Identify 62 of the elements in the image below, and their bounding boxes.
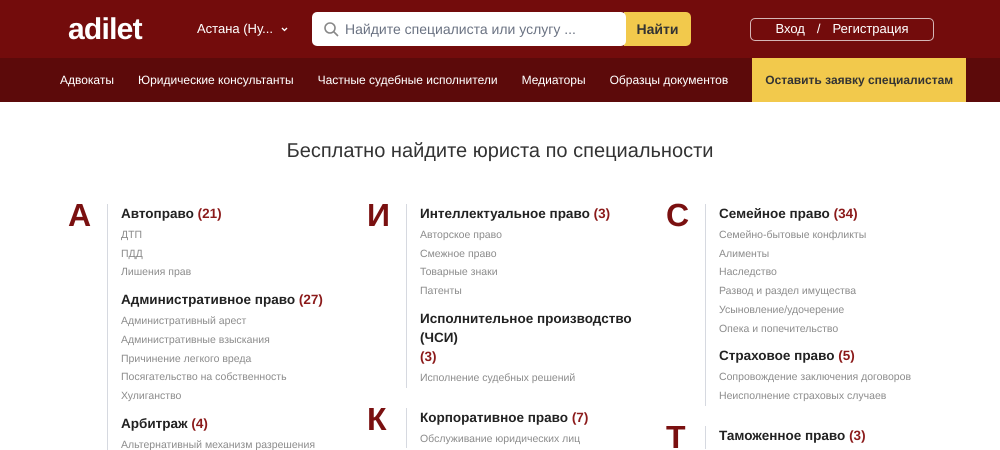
subcategory-link[interactable]: ДТП xyxy=(121,226,142,245)
subcategory-link[interactable]: Лишения прав xyxy=(121,263,192,282)
category-count: (3) xyxy=(420,348,436,364)
search-icon xyxy=(324,22,339,37)
category-count: (34) xyxy=(834,206,858,221)
logo[interactable]: adilet xyxy=(68,6,197,52)
subcategory-link[interactable]: Альтернативный механизм разрешения xyxy=(121,436,316,450)
category-link[interactable]: Арбитраж xyxy=(121,414,188,433)
subcategory-link[interactable]: Исполнение судебных решений xyxy=(420,368,576,388)
category-link[interactable]: Интеллектуальное право xyxy=(420,204,590,223)
search-field[interactable]: Найдите специалиста или услугу ... xyxy=(312,12,626,46)
subcategory-link[interactable]: Усыновление/удочерение xyxy=(719,300,844,320)
subcategory-link[interactable]: Семейно-бытовые конфликты xyxy=(719,226,866,245)
subcategory-link[interactable]: Алименты xyxy=(719,244,770,264)
letter-heading: А xyxy=(68,204,92,227)
city-dropdown[interactable]: Астана (Ну... xyxy=(197,19,312,39)
subcategory-link[interactable]: Патенты xyxy=(420,282,462,301)
category-link[interactable]: Таможенное право xyxy=(719,426,846,445)
subcategory-link[interactable]: Административный арест xyxy=(121,312,246,331)
subcategory-link[interactable]: Обслуживание юридических лиц xyxy=(420,430,580,448)
letter-heading: С xyxy=(666,204,690,227)
subcategory-link[interactable]: Авторское право xyxy=(420,226,502,245)
register-link[interactable]: Регистрация xyxy=(832,19,909,39)
search-button[interactable]: Найти xyxy=(624,12,691,46)
letter-heading: Т xyxy=(666,426,687,449)
category-count: (5) xyxy=(838,348,855,364)
nav-link[interactable]: Юридические консультанты xyxy=(138,58,294,102)
nav-link[interactable]: Частные судебные исполнители xyxy=(318,58,498,102)
nav-link[interactable]: Образцы документов xyxy=(610,58,728,102)
category-count: (3) xyxy=(594,206,610,221)
subcategory-link[interactable]: Хулиганство xyxy=(121,386,182,406)
nav-link[interactable]: Адвокаты xyxy=(60,58,114,102)
caret-icon xyxy=(280,26,288,32)
category-link[interactable]: Страховое право xyxy=(719,346,834,366)
subcategory-link[interactable]: Административные взыскания xyxy=(121,330,270,350)
page-title: Бесплатно найдите юриста по специальности xyxy=(286,139,714,164)
subcategory-link[interactable]: Сопровождение заключения договоров xyxy=(719,368,912,387)
category-count: (27) xyxy=(298,292,323,308)
category-link[interactable]: Административное право xyxy=(121,290,296,310)
category-count: (7) xyxy=(572,410,588,425)
letter-heading: К xyxy=(367,408,388,431)
subcategory-link[interactable]: Наследство xyxy=(719,263,777,282)
subcategory-link[interactable]: Опека и попечительство xyxy=(719,320,838,338)
subcategory-link[interactable]: Товарные знаки xyxy=(420,263,498,282)
letter-heading: И xyxy=(367,204,391,227)
subcategory-link[interactable]: Посягательство на собственность xyxy=(121,368,287,387)
login-link[interactable]: Вход xyxy=(775,19,805,39)
nav-link[interactable]: Медиаторы xyxy=(522,58,586,102)
category-link[interactable]: Исполнительное производство (ЧСИ) xyxy=(420,308,646,347)
subcategory-link[interactable]: Причинение легкого вреда xyxy=(121,350,252,368)
separator: / xyxy=(816,20,821,38)
subcategory-link[interactable]: Неисполнение страховых случаев xyxy=(719,386,886,406)
category-link[interactable]: Корпоративное право xyxy=(420,408,568,427)
category-count: (4) xyxy=(191,416,208,431)
category-count: (3) xyxy=(849,428,866,443)
subcategory-link[interactable]: Развод и раздел имущества xyxy=(719,282,856,301)
category-count: (21) xyxy=(198,206,222,221)
request-button[interactable]: Оставить заявку специалистам xyxy=(752,58,966,102)
subcategory-link[interactable]: ПДД xyxy=(121,244,143,264)
category-link[interactable]: Автоправо xyxy=(121,204,194,223)
category-link[interactable]: Семейное право xyxy=(719,204,830,223)
subcategory-link[interactable]: Смежное право xyxy=(420,244,497,264)
